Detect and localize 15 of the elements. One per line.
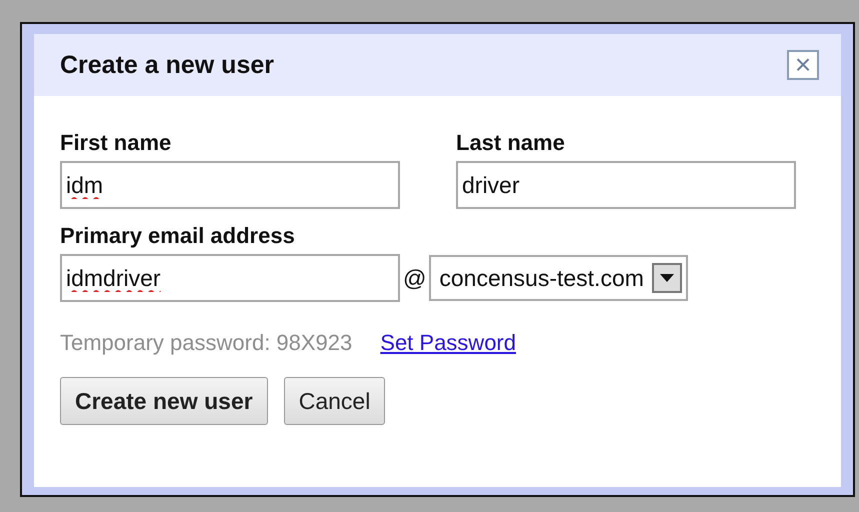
caret-icon [652, 263, 682, 293]
at-sign: @ [402, 264, 428, 293]
field-label: Primary email address [60, 223, 296, 249]
create-user-button[interactable]: Create new user [60, 377, 268, 425]
first-name-field[interactable]: idm [60, 161, 400, 209]
set-password-link[interactable]: Set Password [380, 326, 516, 359]
field-label: First name [60, 130, 172, 156]
close-button[interactable]: × [787, 50, 819, 80]
last-name-field[interactable]: driver [456, 161, 796, 209]
temporary-password-text: Temporary password: 98X923 [60, 329, 352, 357]
field-label: Last name [456, 130, 566, 156]
dialog-title: Create a new user [60, 50, 274, 80]
domain-dropdown[interactable]: concensus-test.com [429, 255, 688, 301]
email-field[interactable]: idmdriver [60, 254, 400, 302]
cancel-button[interactable]: Cancel [284, 377, 386, 425]
